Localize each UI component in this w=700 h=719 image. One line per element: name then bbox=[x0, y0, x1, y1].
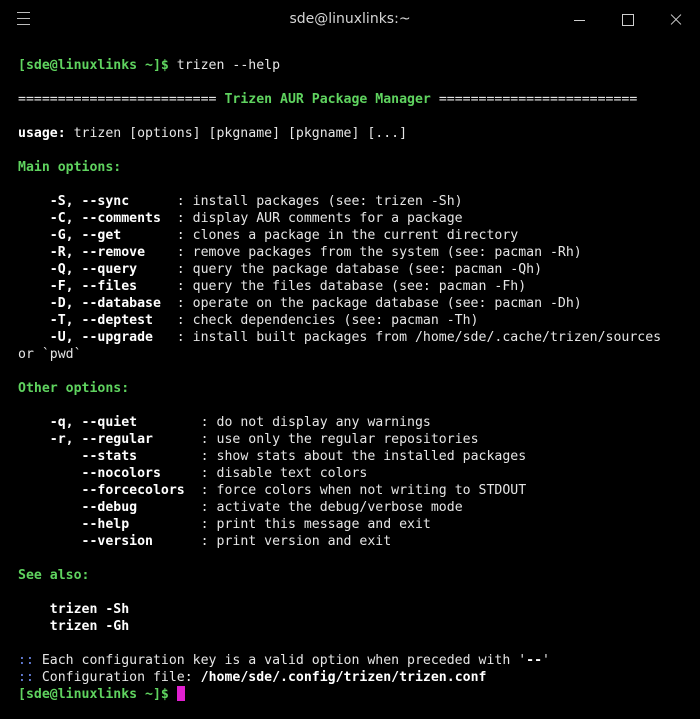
other-options-list: -q, --quiet : do not display any warning… bbox=[18, 414, 700, 550]
note-text: Each configuration key is a valid option… bbox=[33, 653, 527, 668]
option-row: -T, --deptest : check dependencies (see:… bbox=[18, 312, 700, 329]
option-row: --help : print this message and exit bbox=[18, 516, 700, 533]
option-row: -G, --get : clones a package in the curr… bbox=[18, 227, 700, 244]
option-flag: -S, --sync bbox=[18, 194, 177, 209]
note-end: ' bbox=[542, 653, 550, 668]
command: trizen --help bbox=[168, 58, 281, 73]
option-desc: : print version and exit bbox=[200, 534, 392, 549]
option-row: -S, --sync : install packages (see: triz… bbox=[18, 193, 700, 210]
option-row: --forcecolors : force colors when not wr… bbox=[18, 482, 700, 499]
option-row: --debug : activate the debug/verbose mod… bbox=[18, 499, 700, 516]
banner: ========================= Trizen AUR Pac… bbox=[18, 91, 700, 108]
option-flag: --version bbox=[18, 534, 201, 549]
option-flag: --nocolors bbox=[18, 466, 201, 481]
option-flag: -U, --upgrade bbox=[18, 330, 177, 345]
config-path: /home/sde/.config/trizen/trizen.conf bbox=[200, 670, 487, 685]
note-config-file: :: Configuration file: /home/sde/.config… bbox=[18, 669, 700, 686]
option-row: -F, --files : query the files database (… bbox=[18, 278, 700, 295]
option-desc: : install built packages from /home/sde/… bbox=[176, 330, 662, 345]
option-flag: -D, --database bbox=[18, 296, 177, 311]
option-flag: --debug bbox=[18, 500, 201, 515]
option-desc: : query the files database (see: pacman … bbox=[176, 279, 527, 294]
option-row: -D, --database : operate on the package … bbox=[18, 295, 700, 312]
maximize-icon[interactable] bbox=[617, 10, 639, 30]
option-row: -q, --quiet : do not display any warning… bbox=[18, 414, 700, 431]
option-flag: --forcecolors bbox=[18, 483, 201, 498]
other-options-heading: Other options: bbox=[18, 381, 130, 396]
option-desc: : use only the regular repositories bbox=[200, 432, 479, 447]
main-options-list: -S, --sync : install packages (see: triz… bbox=[18, 193, 700, 346]
text-cursor bbox=[176, 686, 185, 701]
window-title: sde@linuxlinks:~ bbox=[289, 11, 411, 27]
command-line: [sde@linuxlinks ~]$ trizen --help bbox=[18, 57, 700, 74]
option-flag: -C, --comments bbox=[18, 211, 177, 226]
usage-line: usage: trizen [options] [pkgname] [pkgna… bbox=[18, 125, 700, 142]
option-desc: : display AUR comments for a package bbox=[176, 211, 463, 226]
note-marker: :: bbox=[18, 670, 34, 685]
option-desc: : install packages (see: trizen -Sh) bbox=[176, 194, 463, 209]
banner-left: ========================= bbox=[18, 92, 225, 107]
usage-text: trizen [options] [pkgname] [pkgname] [..… bbox=[65, 126, 408, 141]
option-row: --nocolors : disable text colors bbox=[18, 465, 700, 482]
option-row: -C, --comments : display AUR comments fo… bbox=[18, 210, 700, 227]
option-flag: -G, --get bbox=[18, 228, 177, 243]
terminal-output[interactable]: [sde@linuxlinks ~]$ trizen --help ======… bbox=[0, 57, 700, 717]
final-prompt-line[interactable]: [sde@linuxlinks ~]$ bbox=[18, 686, 700, 703]
option-desc: : activate the debug/verbose mode bbox=[200, 500, 463, 515]
note-marker: :: bbox=[18, 653, 34, 668]
note-text: Configuration file: bbox=[33, 670, 201, 685]
note-bold: -- bbox=[526, 653, 543, 668]
usage-label: usage: bbox=[18, 126, 66, 141]
see-also-item: trizen -Gh bbox=[18, 619, 130, 634]
see-also-heading: See also: bbox=[18, 568, 90, 583]
banner-right: ========================= bbox=[430, 92, 638, 107]
option-desc: : remove packages from the system (see: … bbox=[176, 245, 582, 260]
option-desc: : print this message and exit bbox=[200, 517, 431, 532]
prompt: [sde@linuxlinks ~]$ bbox=[18, 58, 169, 73]
see-also-item: trizen -Sh bbox=[18, 602, 130, 617]
option-flag: -Q, --query bbox=[18, 262, 177, 277]
minimize-icon[interactable] bbox=[569, 10, 591, 30]
option-desc: : do not display any warnings bbox=[200, 415, 431, 430]
option-desc: : check dependencies (see: pacman -Th) bbox=[176, 313, 479, 328]
option-flag: -q, --quiet bbox=[18, 415, 201, 430]
banner-title: Trizen AUR Package Manager bbox=[224, 92, 431, 107]
option-flag: -T, --deptest bbox=[18, 313, 177, 328]
option-flag: -r, --regular bbox=[18, 432, 201, 447]
option-desc: : query the package database (see: pacma… bbox=[176, 262, 543, 277]
window-titlebar: sde@linuxlinks:~ bbox=[0, 0, 700, 40]
option-desc: : clones a package in the current direct… bbox=[176, 228, 519, 243]
upgrade-wrap: or `pwd` bbox=[18, 347, 82, 362]
option-desc: : force colors when not writing to STDOU… bbox=[200, 483, 527, 498]
option-row: -Q, --query : query the package database… bbox=[18, 261, 700, 278]
option-row: -r, --regular : use only the regular rep… bbox=[18, 431, 700, 448]
option-row: -U, --upgrade : install built packages f… bbox=[18, 329, 700, 346]
option-desc: : show stats about the installed package… bbox=[200, 449, 527, 464]
option-row: --stats : show stats about the installed… bbox=[18, 448, 700, 465]
option-flag: --stats bbox=[18, 449, 201, 464]
option-row: --version : print version and exit bbox=[18, 533, 700, 550]
main-options-heading: Main options: bbox=[18, 160, 122, 175]
close-icon[interactable] bbox=[665, 10, 687, 30]
option-flag: -R, --remove bbox=[18, 245, 177, 260]
option-desc: : disable text colors bbox=[200, 466, 368, 481]
note-config-keys: :: Each configuration key is a valid opt… bbox=[18, 652, 700, 669]
option-row: -R, --remove : remove packages from the … bbox=[18, 244, 700, 261]
option-flag: --help bbox=[18, 517, 201, 532]
option-desc: : operate on the package database (see: … bbox=[176, 296, 582, 311]
prompt: [sde@linuxlinks ~]$ bbox=[18, 687, 169, 702]
option-flag: -F, --files bbox=[18, 279, 177, 294]
